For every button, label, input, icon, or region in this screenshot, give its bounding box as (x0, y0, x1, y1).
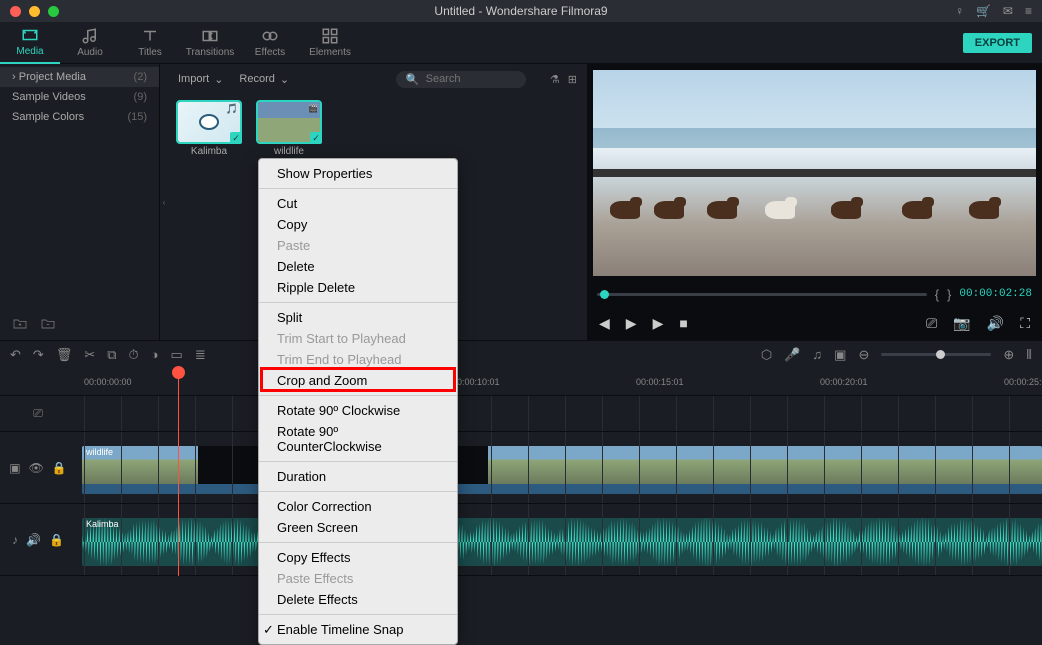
undo-icon[interactable]: ↶ (10, 347, 21, 363)
ctx-color-correction[interactable]: Color Correction (259, 496, 457, 517)
color-icon[interactable]: ◑ (151, 347, 159, 362)
audio-track-icon[interactable]: ♪ (12, 533, 18, 547)
ctx-rotate-90-clockwise[interactable]: Rotate 90º Clockwise (259, 400, 457, 421)
fullscreen-icon[interactable]: ⛶ (1020, 315, 1030, 332)
track-options-icon[interactable]: ⎚ (33, 406, 43, 421)
lock-icon[interactable]: 🔒 (52, 461, 67, 475)
minimize-window[interactable] (29, 6, 40, 17)
collapse-sidebar[interactable]: ‹ (160, 64, 168, 340)
prev-frame[interactable]: ◀ (599, 315, 610, 332)
close-window[interactable] (10, 6, 21, 17)
timeline-ruler[interactable]: 00:00:00:00 00:00:05:01 00:00:10:01 00:0… (0, 368, 1042, 396)
ctx-delete[interactable]: Delete (259, 256, 457, 277)
search-icon: 🔍 (406, 73, 420, 86)
ctx-copy-effects[interactable]: Copy Effects (259, 547, 457, 568)
camera-icon[interactable]: 📷 (953, 315, 970, 332)
ctx-trim-start-to-playhead: Trim Start to Playhead (259, 328, 457, 349)
window-title: Untitled - Wondershare Filmora9 (434, 4, 607, 18)
ctx-green-screen[interactable]: Green Screen (259, 517, 457, 538)
crop-icon[interactable]: ⧉ (107, 347, 116, 363)
tab-transitions[interactable]: Transitions (180, 22, 240, 64)
fit-icon[interactable]: ⦀ (1026, 347, 1032, 363)
tab-effects[interactable]: Effects (240, 22, 300, 64)
sidebar-item-project-media[interactable]: › Project Media(2) (0, 67, 159, 87)
zoom-in-icon[interactable]: ⊕ (1003, 347, 1014, 363)
mute-icon[interactable]: 🔊 (26, 533, 41, 547)
filter-icon[interactable]: ⚗ (550, 73, 560, 86)
preview-panel: { } 00:00:02:28 ◀ ▶ ▶ ■ ⎚ 📷 🔊 ⛶ (587, 64, 1042, 340)
speed-icon[interactable]: ⏱ (129, 347, 139, 363)
preview-seek[interactable] (597, 293, 927, 296)
play-reverse[interactable]: ▶ (626, 315, 637, 332)
search-input[interactable] (426, 73, 516, 85)
preview-timecode: 00:00:02:28 (959, 288, 1032, 300)
ctx-paste-effects: Paste Effects (259, 568, 457, 589)
record-dropdown[interactable]: Record ⌄ (239, 73, 289, 86)
zoom-slider[interactable] (881, 353, 991, 356)
timeline: 00:00:00:00 00:00:05:01 00:00:10:01 00:0… (0, 368, 1042, 576)
ctx-paste: Paste (259, 235, 457, 256)
settings-icon[interactable]: ≣ (195, 347, 206, 363)
ctx-show-properties[interactable]: Show Properties (259, 163, 457, 184)
render-icon[interactable]: ▣ (834, 347, 846, 363)
video-track-icon[interactable]: ▣ (9, 461, 20, 475)
play-button[interactable]: ▶ (653, 315, 664, 332)
mark-in[interactable]: { (935, 287, 939, 302)
account-icon[interactable]: ♀ (955, 4, 964, 18)
sidebar-item-sample-colors[interactable]: Sample Colors(15) (0, 107, 159, 127)
stop-button[interactable]: ■ (679, 315, 687, 331)
tab-titles[interactable]: Titles (120, 22, 180, 64)
mark-out[interactable]: } (947, 287, 951, 302)
tab-media[interactable]: Media (0, 22, 60, 64)
maximize-window[interactable] (48, 6, 59, 17)
cut-icon[interactable]: ✂ (84, 347, 95, 363)
screenshot-icon[interactable]: ⎚ (926, 315, 937, 332)
ctx-ripple-delete[interactable]: Ripple Delete (259, 277, 457, 298)
tab-audio[interactable]: Audio (60, 22, 120, 64)
ctx-enable-timeline-snap[interactable]: Enable Timeline Snap (259, 619, 457, 640)
mixer-icon[interactable]: ♫ (812, 347, 822, 362)
preview-viewport[interactable] (593, 70, 1036, 276)
volume-icon[interactable]: 🔊 (987, 315, 1004, 332)
grid-view-icon[interactable]: ⊞ (568, 73, 577, 86)
media-thumb-kalimba[interactable]: ✓ Kalimba (178, 102, 240, 157)
sidebar-item-sample-videos[interactable]: Sample Videos(9) (0, 87, 159, 107)
redo-icon[interactable]: ↷ (33, 347, 44, 363)
context-menu: Show Properties CutCopyPasteDeleteRipple … (258, 158, 458, 645)
zoom-out-icon[interactable]: ⊖ (858, 347, 869, 363)
import-dropdown[interactable]: Import ⌄ (178, 73, 223, 86)
mail-icon[interactable]: ✉ (1003, 4, 1013, 18)
playhead[interactable] (178, 368, 179, 576)
delete-folder-icon[interactable] (40, 316, 56, 332)
media-sidebar: › Project Media(2) Sample Videos(9) Samp… (0, 64, 160, 340)
ctx-delete-effects[interactable]: Delete Effects (259, 589, 457, 610)
lock-audio-icon[interactable]: 🔒 (49, 533, 64, 547)
menu-icon[interactable]: ≡ (1025, 4, 1032, 18)
ctx-trim-end-to-playhead: Trim End to Playhead (259, 349, 457, 370)
search-box[interactable]: 🔍 (396, 71, 526, 88)
ctx-rotate-90-counterclockwise[interactable]: Rotate 90º CounterClockwise (259, 421, 457, 457)
ctx-copy[interactable]: Copy (259, 214, 457, 235)
cart-icon[interactable]: 🛒 (976, 4, 991, 18)
titlebar: Untitled - Wondershare Filmora9 ♀ 🛒 ✉ ≡ (0, 0, 1042, 22)
ctx-crop-and-zoom[interactable]: Crop and Zoom (259, 370, 457, 391)
media-thumb-wildlife[interactable]: ✓ wildlife (258, 102, 320, 157)
visibility-icon[interactable]: 👁 (29, 461, 44, 475)
new-folder-icon[interactable] (12, 316, 28, 332)
ctx-cut[interactable]: Cut (259, 193, 457, 214)
mic-icon[interactable]: 🎤 (784, 347, 800, 363)
delete-icon[interactable]: 🗑 (56, 347, 73, 363)
marker-icon[interactable]: ⬡ (761, 347, 772, 363)
tab-elements[interactable]: Elements (300, 22, 360, 64)
ctx-split[interactable]: Split (259, 307, 457, 328)
export-button[interactable]: EXPORT (963, 33, 1032, 53)
timeline-toolbar: ↶ ↷ 🗑 ✂ ⧉ ⏱ ◑ ▭ ≣ ⬡ 🎤 ♫ ▣ ⊖ ⊕ ⦀ (0, 340, 1042, 368)
ctx-duration[interactable]: Duration (259, 466, 457, 487)
primary-tabs: Media Audio Titles Transitions Effects E… (0, 22, 1042, 64)
green-icon[interactable]: ▭ (171, 347, 183, 363)
